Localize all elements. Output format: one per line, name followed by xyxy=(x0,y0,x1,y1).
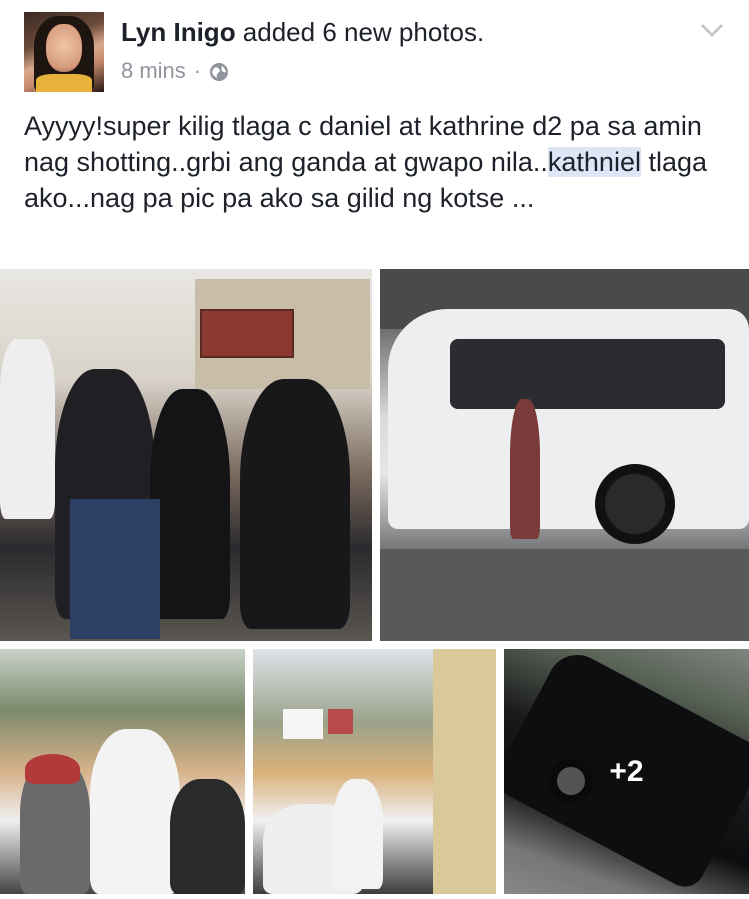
jeans xyxy=(70,499,160,639)
person-dark-hair xyxy=(170,779,245,894)
post-photo-2[interactable] xyxy=(380,269,749,641)
post-photo-5[interactable]: +2 xyxy=(504,649,749,894)
post-header-line: Lyn Inigo added 6 new photos. xyxy=(121,16,484,48)
red-sign xyxy=(328,709,353,734)
more-photos-overlay[interactable]: +2 xyxy=(504,649,749,894)
globe-icon[interactable] xyxy=(209,61,229,81)
avatar-shirt xyxy=(36,74,92,92)
road xyxy=(380,549,749,641)
post-text-highlight: kathniel xyxy=(547,147,641,177)
van-wheel xyxy=(595,464,675,544)
building-wall xyxy=(433,649,496,894)
post-timestamp[interactable]: 8 mins xyxy=(121,57,186,85)
meta-separator: · xyxy=(193,58,202,83)
post-meta: 8 mins · xyxy=(121,57,229,85)
banner-sign xyxy=(283,709,323,739)
more-photos-count: +2 xyxy=(609,754,644,788)
post-photo-3[interactable] xyxy=(0,649,245,894)
person-posing xyxy=(510,399,540,539)
avatar-face xyxy=(46,24,82,72)
post-photo-4[interactable] xyxy=(253,649,496,894)
post-action-text: added 6 new photos. xyxy=(235,17,485,47)
person-white-shirt xyxy=(90,729,180,894)
author-avatar[interactable] xyxy=(24,12,104,92)
person-white-shirt xyxy=(0,339,55,519)
red-hair xyxy=(25,754,80,784)
van-windows xyxy=(450,339,725,409)
author-name-link[interactable]: Lyn Inigo xyxy=(121,17,236,47)
chevron-down-icon[interactable] xyxy=(699,20,725,40)
person-woman xyxy=(150,389,230,619)
post-photo-1[interactable] xyxy=(0,269,372,641)
post-body-text: Ayyyy!super kilig tlaga c daniel at kath… xyxy=(24,108,724,216)
person-cap xyxy=(240,379,350,629)
person-sunglasses xyxy=(333,779,383,889)
storefront-sign xyxy=(200,309,294,358)
